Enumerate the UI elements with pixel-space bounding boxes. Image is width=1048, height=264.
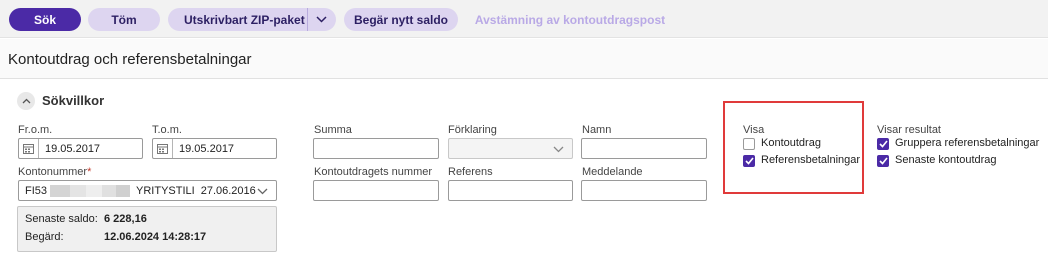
zip-package-button[interactable]: Utskrivbart ZIP-paket — [184, 13, 305, 27]
masked-digits — [70, 184, 87, 197]
chevron-down-icon — [553, 141, 564, 156]
masked-digits — [116, 184, 131, 197]
statement-number-input[interactable] — [313, 180, 439, 201]
zip-package-split-button: Utskrivbart ZIP-paket — [168, 8, 336, 31]
amount-label: Summa — [314, 124, 352, 136]
balance-info-box: Senaste saldo: 6 228,16 Begärd: 12.06.20… — [17, 206, 277, 252]
to-date-label: T.o.m. — [152, 124, 182, 136]
chevron-up-icon — [22, 98, 30, 104]
amount-input[interactable] — [313, 138, 439, 159]
collapse-toggle[interactable] — [17, 92, 35, 110]
reconciliation-button[interactable]: Avstämning av kontoutdragspost — [472, 8, 668, 31]
name-label: Namn — [582, 124, 612, 136]
explanation-select[interactable] — [448, 138, 573, 159]
account-prefix: FI53 — [25, 184, 48, 197]
from-date-label: Fr.o.m. — [18, 124, 53, 136]
name-input[interactable] — [581, 138, 707, 159]
masked-digits — [86, 184, 103, 197]
explanation-label: Förklaring — [448, 124, 497, 136]
toolbar: Sök Töm Utskrivbart ZIP-paket Begär nytt… — [0, 0, 1048, 38]
group-reference-payments-checkbox[interactable] — [877, 138, 889, 150]
account-number-label-text: Kontonummer — [18, 166, 88, 178]
latest-balance-label: Senaste saldo: — [25, 213, 98, 225]
statement-number-label: Kontoutdragets nummer — [314, 166, 433, 178]
reference-label: Referens — [448, 166, 493, 178]
to-date-value: 19.05.2017 — [179, 142, 235, 155]
chevron-down-icon — [257, 183, 268, 198]
section-title: Sökvillkor — [42, 93, 105, 108]
search-button[interactable]: Sök — [9, 8, 81, 31]
account-date: 27.06.2016 — [200, 184, 256, 197]
latest-balance-value: 6 228,16 — [104, 213, 147, 225]
page-title: Kontoutdrag och referensbetalningar — [8, 51, 252, 68]
calendar-icon[interactable] — [19, 139, 39, 158]
message-input[interactable] — [581, 180, 707, 201]
required-marker: * — [87, 166, 92, 178]
reference-input[interactable] — [448, 180, 573, 201]
zip-package-dropdown[interactable] — [307, 8, 336, 31]
to-date-input[interactable]: 19.05.2017 — [152, 138, 277, 159]
requested-label: Begärd: — [25, 231, 64, 243]
requested-value: 12.06.2024 14:28:17 — [104, 231, 207, 243]
group-reference-payments-label[interactable]: Gruppera referensbetalningar — [895, 137, 1039, 149]
chevron-down-icon — [316, 16, 327, 23]
from-date-value: 19.05.2017 — [45, 142, 101, 155]
account-name: YRITYSTILI — [136, 184, 195, 197]
masked-digits — [102, 184, 117, 197]
masked-digits — [50, 184, 71, 197]
message-label: Meddelande — [582, 166, 643, 178]
split-divider — [307, 8, 308, 31]
checkmark-icon — [878, 140, 888, 148]
from-date-input[interactable]: 19.05.2017 — [18, 138, 143, 159]
latest-statement-label[interactable]: Senaste kontoutdrag — [895, 154, 997, 166]
highlight-box — [723, 101, 864, 194]
request-balance-button[interactable]: Begär nytt saldo — [344, 8, 458, 31]
latest-statement-checkbox[interactable] — [877, 155, 889, 167]
account-number-label: Kontonummer* — [18, 166, 91, 178]
results-group-title: Visar resultat — [877, 124, 941, 136]
checkmark-icon — [878, 157, 888, 165]
calendar-icon[interactable] — [153, 139, 173, 158]
clear-button[interactable]: Töm — [88, 8, 160, 31]
account-number-select[interactable]: FI53 YRITYSTILI 27.06.2016 — [18, 180, 277, 201]
